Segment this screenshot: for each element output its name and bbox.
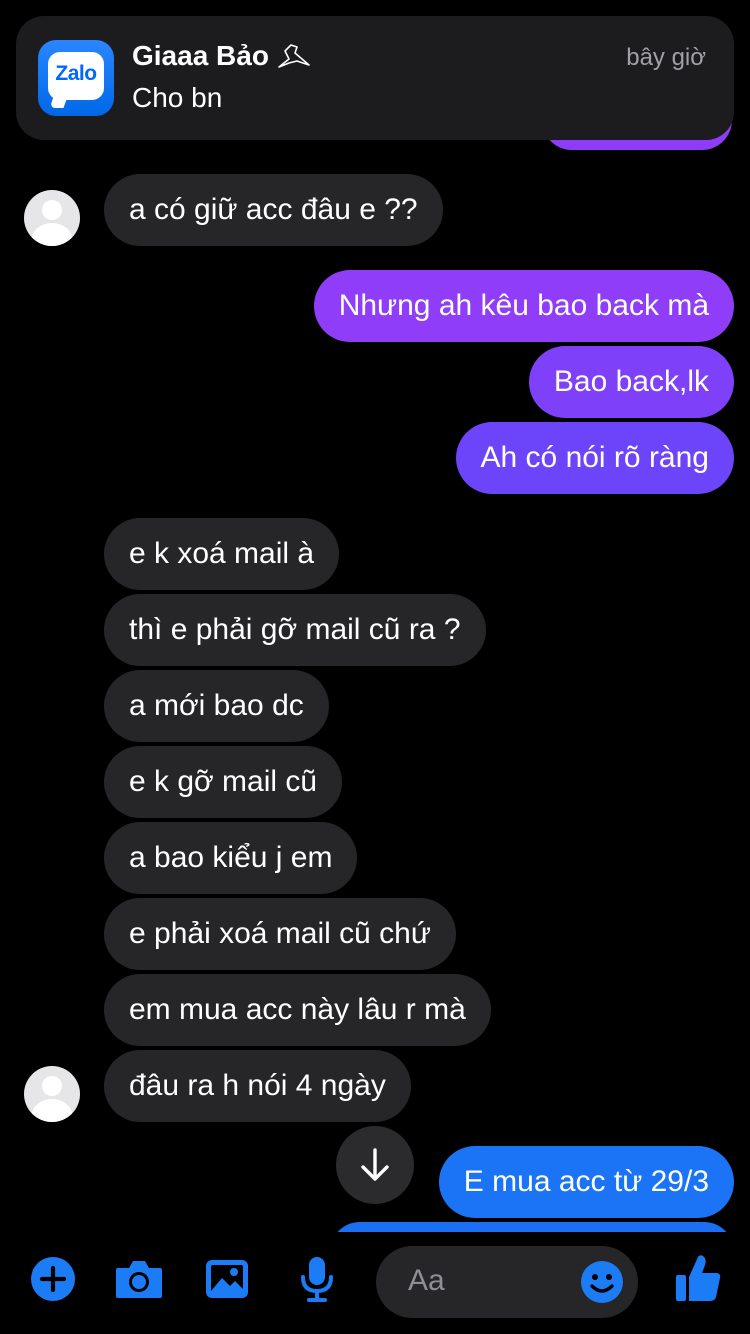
app-name: Zalo: [55, 62, 97, 85]
message-input-placeholder: Aa: [408, 1264, 445, 1297]
message-incoming[interactable]: a có giữ acc đâu e ??: [104, 174, 443, 246]
message-incoming[interactable]: e phải xoá mail cũ chứ: [104, 898, 456, 970]
message-outgoing[interactable]: E mua acc từ 29/3: [438, 1146, 734, 1218]
message-incoming[interactable]: em mua acc này lâu r mà: [104, 974, 491, 1046]
message-incoming[interactable]: e k gỡ mail cũ: [104, 746, 343, 818]
arrow-down-icon: [361, 1148, 389, 1181]
composer-bar: Aa: [0, 1232, 750, 1334]
like-icon: [676, 1255, 721, 1301]
avatar: [24, 190, 80, 246]
notification-message: Cho bn: [132, 82, 223, 113]
notification-banner[interactable]: Zalo Giaaa Bảo Cho bn bây giờ: [16, 16, 734, 140]
message-outgoing[interactable]: Bao back,lk: [528, 346, 734, 418]
message-incoming[interactable]: a mới bao dc: [104, 670, 329, 742]
message-incoming[interactable]: e k xoá mail à: [104, 518, 340, 590]
avatar: [24, 1066, 80, 1122]
message-incoming[interactable]: thì e phải gỡ mail cũ ra ?: [104, 594, 486, 666]
camera-icon: [116, 1261, 162, 1298]
microphone-icon: [301, 1257, 333, 1302]
message-outgoing[interactable]: Ah có nói rõ ràng: [455, 422, 734, 494]
message-incoming[interactable]: a bao kiểu j em: [104, 822, 358, 894]
scroll-to-bottom-button[interactable]: [336, 1126, 414, 1204]
message-outgoing[interactable]: Nhưng ah kêu bao back mà: [313, 270, 734, 342]
image-icon: [206, 1260, 248, 1298]
sender-name: Giaaa Bảo: [132, 40, 269, 71]
camera-button[interactable]: [114, 1254, 164, 1304]
zalo-app-icon: Zalo: [38, 40, 114, 116]
emoji-icon[interactable]: [580, 1260, 624, 1304]
like-button[interactable]: [672, 1252, 724, 1304]
notification-sender: Giaaa Bảo: [132, 40, 313, 72]
message-input[interactable]: Aa: [376, 1246, 638, 1318]
gallery-button[interactable]: [202, 1254, 252, 1304]
bird-icon: [278, 44, 310, 68]
message-incoming[interactable]: đâu ra h nói 4 ngày: [104, 1050, 411, 1122]
plus-button[interactable]: [28, 1254, 78, 1304]
voice-button[interactable]: [292, 1254, 342, 1304]
plus-icon: [31, 1257, 75, 1301]
notification-time: bây giờ: [626, 44, 706, 71]
